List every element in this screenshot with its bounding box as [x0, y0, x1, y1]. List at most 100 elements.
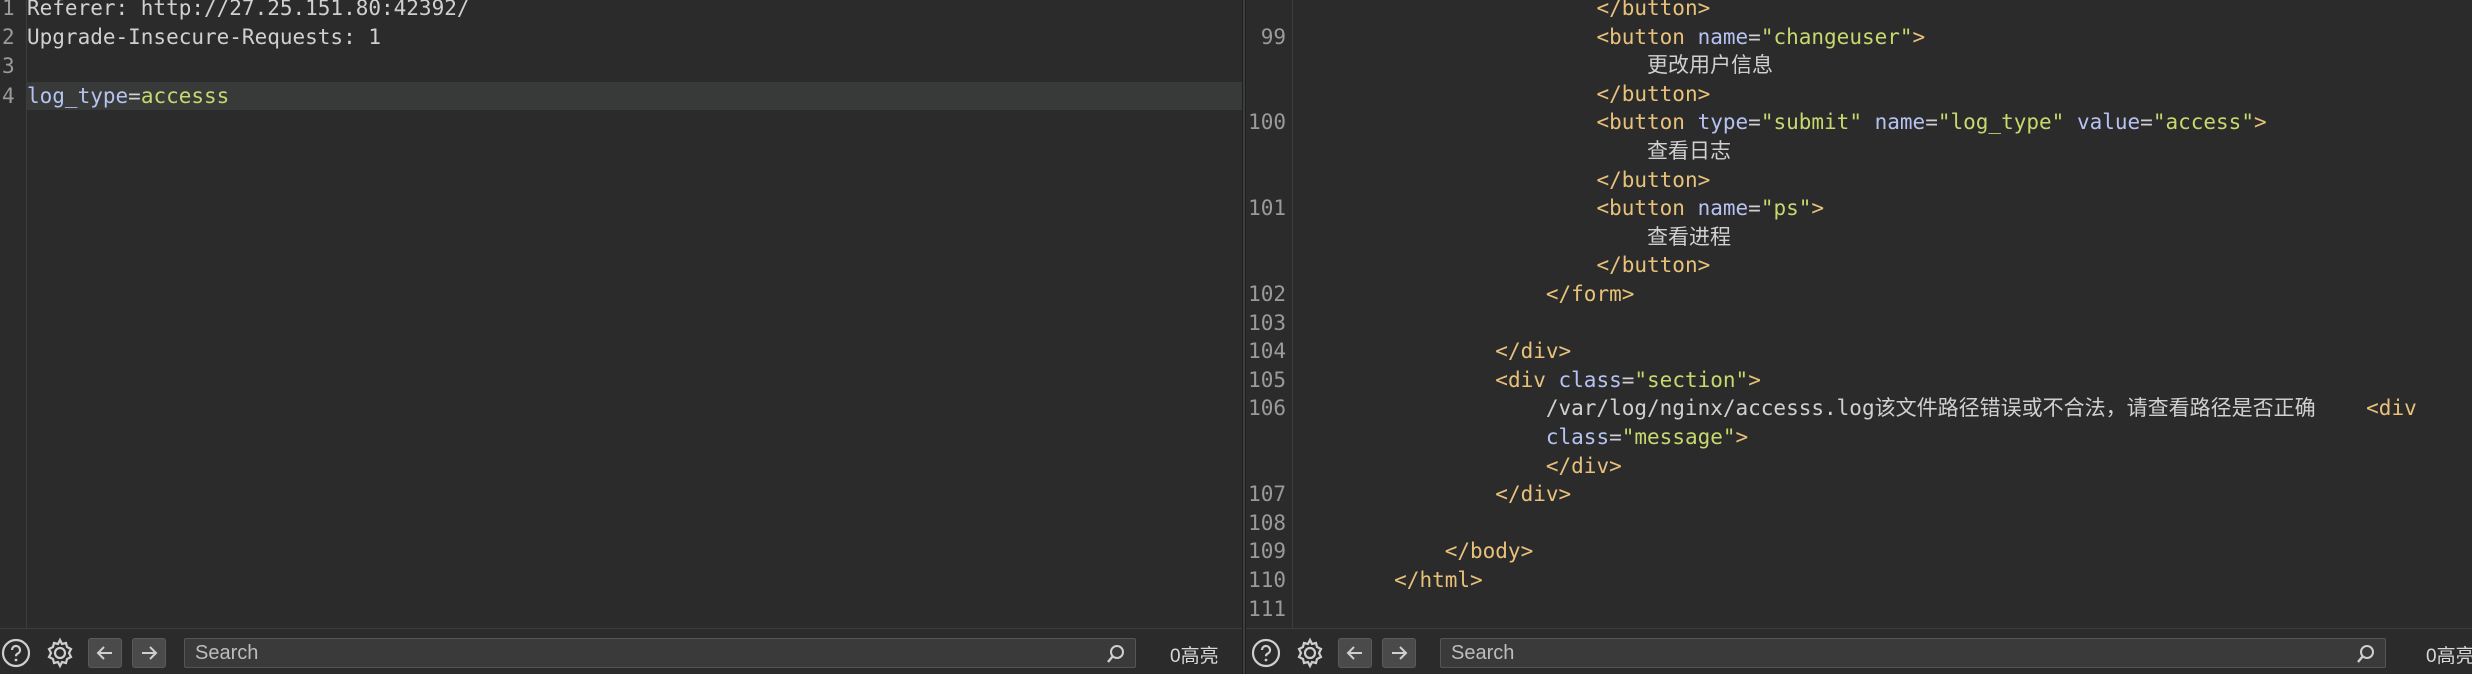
code-token: "log_type" [1937, 110, 2077, 135]
code-token: <button [1596, 196, 1698, 221]
code-line[interactable]: </button> [1293, 80, 2472, 109]
code-token: <button [1596, 110, 1698, 135]
highlight-count: 0高亮 [1170, 646, 1219, 667]
code-line[interactable]: 查看进程 [1293, 223, 2472, 252]
code-line[interactable] [1293, 309, 2472, 338]
code-line[interactable]: <div class="section"> [1293, 366, 2472, 395]
code-token: = [1748, 110, 1761, 135]
code-line[interactable]: /var/log/nginx/accesss.log该文件路径错误或不合法，请查… [1293, 394, 2472, 423]
code-line[interactable]: </div> [1293, 337, 2472, 366]
line-number: 106 [1248, 396, 1286, 421]
line-number: 104 [1248, 339, 1286, 364]
code-token: > [1735, 425, 1749, 449]
next-match-button[interactable] [1382, 638, 1416, 668]
line-number: 102 [1248, 282, 1286, 306]
code-token: = [1621, 367, 1635, 392]
code-line[interactable]: </html> [1293, 566, 2472, 595]
code-token: type [1697, 110, 1749, 135]
request-editor[interactable]: 1 2 3 4 Referer: http://27.25.151.80:42392/… [0, 0, 1242, 628]
response-search-box [1440, 638, 2386, 668]
search-icon[interactable] [1105, 643, 1127, 665]
code-token: = [1748, 196, 1761, 221]
code-line[interactable]: 更改用户信息 [1293, 51, 2472, 80]
code-line[interactable]: Referer: http://27.25.151.80:42392/ [27, 0, 1242, 23]
code-token: > [2253, 110, 2267, 135]
code-token: = [1748, 24, 1761, 49]
code-token: = [2140, 110, 2153, 135]
arrow-right-icon [1392, 646, 1408, 660]
previous-match-button[interactable] [88, 638, 122, 668]
code-token: "changeuser" [1760, 24, 1913, 49]
line-number: 103 [1248, 310, 1286, 335]
code-token: <div [2366, 396, 2417, 421]
code-line[interactable]: <button name="ps"> [1293, 194, 2472, 223]
code-token: class [1545, 425, 1610, 449]
line-number [1246, 0, 1286, 23]
code-line[interactable] [1293, 595, 2472, 624]
next-match-button[interactable] [132, 638, 166, 668]
code-line[interactable]: Upgrade-Insecure-Requests: 1 [27, 23, 1242, 52]
code-token: 查看进程 [1293, 224, 1732, 249]
response-editor[interactable]: 99 100 101 102 103 104 105 106 107 108 109 110 111 <… [1246, 0, 2472, 628]
code-line[interactable] [1293, 509, 2472, 538]
code-token: value [2076, 110, 2141, 135]
gear-icon [1297, 637, 1323, 669]
code-token: </html> [1394, 568, 1483, 592]
line-number [1246, 137, 1286, 166]
line-number: 105 [1248, 367, 1286, 392]
settings-button[interactable] [44, 637, 76, 669]
line-number: 2 [2, 25, 15, 50]
line-number: 3 [2, 54, 15, 79]
line-number: 4 [2, 83, 15, 108]
help-button[interactable] [1250, 637, 1282, 669]
code-token: name [1697, 196, 1749, 221]
request-code-area[interactable]: Referer: http://27.25.151.80:42392/Upgra… [27, 0, 1242, 628]
code-line[interactable]: </button> [1293, 166, 2472, 195]
code-line[interactable]: log_type=accesss [27, 81, 1242, 111]
code-line[interactable]: class="message"> [1293, 423, 2472, 452]
request-pane: 1 2 3 4 Referer: http://27.25.151.80:42392/… [0, 0, 1242, 674]
search-icon[interactable] [2355, 643, 2377, 665]
help-button[interactable] [0, 637, 32, 669]
code-line[interactable]: 查看日志 [1293, 137, 2472, 166]
response-search-bar: 0高亮 [1246, 628, 2472, 674]
request-search-box [184, 638, 1136, 668]
code-line[interactable]: <button type="submit" name="log_type" va… [1293, 108, 2472, 137]
previous-match-button[interactable] [1338, 638, 1372, 668]
line-number: 99 [1260, 24, 1286, 49]
code-token: "ps" [1760, 196, 1812, 221]
code-line[interactable]: </button> [1293, 251, 2472, 280]
code-token: </div> [1495, 482, 1572, 507]
code-token: </button> [1596, 167, 1711, 192]
code-line[interactable]: </div> [1293, 452, 2472, 481]
code-line[interactable]: </div> [1293, 480, 2472, 509]
line-number: 108 [1248, 510, 1286, 535]
line-number [1246, 452, 1286, 481]
settings-button[interactable] [1294, 637, 1326, 669]
code-line[interactable]: </button> [1293, 0, 2472, 23]
line-number: 101 [1248, 196, 1286, 221]
code-token: > [1748, 367, 1761, 392]
code-token: 查看日志 [1293, 139, 1732, 163]
arrow-left-icon [1346, 646, 1362, 660]
code-line[interactable]: </body> [1293, 537, 2472, 566]
request-search-input[interactable] [185, 639, 1135, 667]
code-token: class [1558, 367, 1622, 392]
response-search-input[interactable] [1441, 639, 2385, 667]
response-code-area[interactable]: </button> <button name="changeuser"> 更改用… [1293, 0, 2472, 628]
code-line[interactable] [27, 52, 1242, 81]
line-number: 111 [1248, 596, 1286, 621]
help-icon [1, 638, 31, 668]
code-line[interactable]: <button name="changeuser"> [1293, 23, 2472, 52]
code-token: = [128, 83, 141, 108]
code-line[interactable]: </form> [1293, 280, 2472, 309]
